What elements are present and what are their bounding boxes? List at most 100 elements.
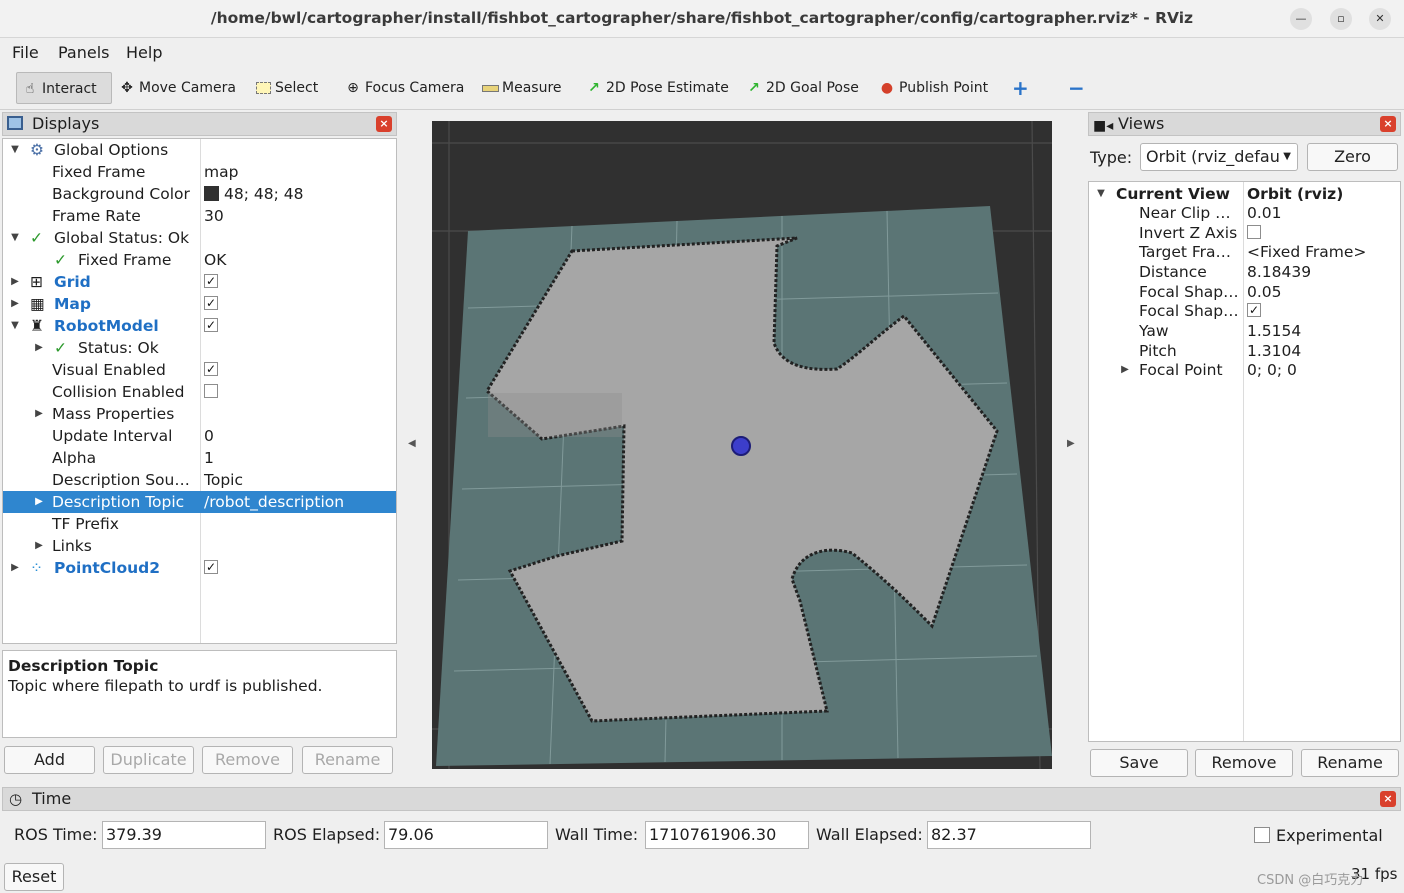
tree-row-tf-prefix[interactable]: TF Prefix <box>3 513 396 535</box>
ros-time-field[interactable]: 379.39 <box>102 821 266 849</box>
pose-estimate-tool[interactable]: ↗ 2D Pose Estimate <box>585 72 729 104</box>
view-type-dropdown[interactable]: Orbit (rviz_defau ▼ <box>1140 143 1298 171</box>
property-description: Description Topic Topic where filepath t… <box>2 650 397 738</box>
tree-row-near-clip[interactable]: Near Clip … 0.01 <box>1089 203 1400 223</box>
wall-time-label: Wall Time: <box>555 825 639 844</box>
tree-row-mass-properties[interactable]: ▶ Mass Properties <box>3 403 396 425</box>
save-view-button[interactable]: Save <box>1090 749 1188 777</box>
tree-row-focal-shape-size[interactable]: Focal Shap… 0.05 <box>1089 282 1400 302</box>
tree-row-yaw[interactable]: Yaw 1.5154 <box>1089 321 1400 341</box>
duplicate-display-button[interactable]: Duplicate <box>103 746 194 774</box>
tree-row-frame-rate[interactable]: Frame Rate 30 <box>3 205 396 227</box>
tree-row-target-frame[interactable]: Target Fra… <Fixed Frame> <box>1089 242 1400 262</box>
move-camera-tool[interactable]: ✥ Move Camera <box>118 72 236 104</box>
remove-view-button[interactable]: Remove <box>1195 749 1293 777</box>
tree-row-fixed-frame[interactable]: Fixed Frame map <box>3 161 396 183</box>
goal-pose-tool[interactable]: ↗ 2D Goal Pose <box>745 72 859 104</box>
menu-panels[interactable]: Panels <box>58 43 110 62</box>
chevron-right-icon[interactable]: ▶ <box>33 403 45 425</box>
tree-row-update-interval[interactable]: Update Interval 0 <box>3 425 396 447</box>
chevron-right-icon[interactable]: ▶ <box>9 293 21 315</box>
tree-row-background-color[interactable]: Background Color 48; 48; 48 <box>3 183 396 205</box>
tree-row-robotmodel-status[interactable]: ▶ ✓ Status: Ok <box>3 337 396 359</box>
wall-elapsed-field[interactable]: 82.37 <box>927 821 1091 849</box>
tree-row-global-options[interactable]: ▼ ⚙ Global Options <box>3 139 396 161</box>
close-window-button[interactable]: ✕ <box>1369 8 1391 30</box>
tree-row-invert-z[interactable]: Invert Z Axis <box>1089 223 1400 243</box>
publish-point-tool[interactable]: ● Publish Point <box>878 72 988 104</box>
add-tool-button[interactable]: + <box>1012 72 1029 104</box>
check-icon: ✓ <box>54 339 67 357</box>
zero-view-button[interactable]: Zero <box>1307 143 1398 171</box>
robot-icon: ♜ <box>30 317 44 335</box>
chevron-down-icon[interactable]: ▼ <box>9 139 21 161</box>
tree-row-links[interactable]: ▶ Links <box>3 535 396 557</box>
rename-view-button[interactable]: Rename <box>1301 749 1399 777</box>
focus-camera-tool[interactable]: ⊕ Focus Camera <box>344 72 464 104</box>
displays-tree[interactable]: ▼ ⚙ Global Options Fixed Frame map Backg… <box>2 138 397 644</box>
collapse-right-icon[interactable]: ▶ <box>1067 438 1075 449</box>
pointcloud2-enabled-checkbox[interactable]: ✓ <box>204 560 218 574</box>
robotmodel-enabled-checkbox[interactable]: ✓ <box>204 318 218 332</box>
ros-elapsed-label: ROS Elapsed: <box>273 825 381 844</box>
tree-row-pointcloud2[interactable]: ▶ ⁘ PointCloud2 ✓ <box>3 557 396 579</box>
collision-enabled-checkbox[interactable] <box>204 384 218 398</box>
tree-row-map[interactable]: ▶ ▦ Map ✓ <box>3 293 396 315</box>
invert-z-checkbox[interactable] <box>1247 225 1261 239</box>
views-tree[interactable]: ▼ Current View Orbit (rviz) Near Clip … … <box>1088 181 1401 742</box>
focal-shape-fixed-checkbox[interactable]: ✓ <box>1247 303 1261 317</box>
tree-row-robotmodel[interactable]: ▼ ♜ RobotModel ✓ <box>3 315 396 337</box>
reset-button[interactable]: Reset <box>4 863 64 891</box>
tree-row-focal-shape-fixed[interactable]: Focal Shap… ✓ <box>1089 301 1400 321</box>
grid-icon: ⊞ <box>30 273 43 291</box>
chevron-right-icon[interactable]: ▶ <box>1119 360 1131 380</box>
minimize-button[interactable]: — <box>1290 8 1312 30</box>
chevron-right-icon[interactable]: ▶ <box>33 491 45 513</box>
wall-time-field[interactable]: 1710761906.30 <box>645 821 809 849</box>
tree-row-global-status[interactable]: ▼ ✓ Global Status: Ok <box>3 227 396 249</box>
chevron-down-icon[interactable]: ▼ <box>9 315 21 337</box>
close-icon[interactable]: × <box>1380 116 1396 132</box>
window-title: /home/bwl/cartographer/install/fishbot_c… <box>210 9 1194 27</box>
chevron-down-icon[interactable]: ▼ <box>1095 184 1107 204</box>
select-tool[interactable]: Select <box>254 72 318 104</box>
tree-row-pitch[interactable]: Pitch 1.3104 <box>1089 341 1400 361</box>
tree-row-fixed-frame-status[interactable]: ✓ Fixed Frame OK <box>3 249 396 271</box>
menu-file[interactable]: File <box>12 43 39 62</box>
render-viewport[interactable] <box>432 121 1052 769</box>
collapse-left-icon[interactable]: ◀ <box>408 438 416 449</box>
remove-display-button[interactable]: Remove <box>202 746 293 774</box>
experimental-checkbox[interactable] <box>1254 827 1270 843</box>
tree-row-collision-enabled[interactable]: Collision Enabled <box>3 381 396 403</box>
green-arrow-icon: ↗ <box>748 80 760 96</box>
measure-tool[interactable]: Measure <box>481 72 562 104</box>
close-icon[interactable]: × <box>1380 791 1396 807</box>
tree-row-grid[interactable]: ▶ ⊞ Grid ✓ <box>3 271 396 293</box>
tree-row-alpha[interactable]: Alpha 1 <box>3 447 396 469</box>
chevron-right-icon[interactable]: ▶ <box>9 271 21 293</box>
title-bar: /home/bwl/cartographer/install/fishbot_c… <box>0 0 1404 38</box>
rename-display-button[interactable]: Rename <box>302 746 393 774</box>
grid-enabled-checkbox[interactable]: ✓ <box>204 274 218 288</box>
remove-tool-button[interactable]: − <box>1068 72 1085 104</box>
tree-row-current-view[interactable]: ▼ Current View Orbit (rviz) <box>1089 184 1400 204</box>
tree-row-focal-point[interactable]: ▶ Focal Point 0; 0; 0 <box>1089 360 1400 380</box>
map-render[interactable] <box>432 121 1052 769</box>
close-icon[interactable]: × <box>376 116 392 132</box>
visual-enabled-checkbox[interactable]: ✓ <box>204 362 218 376</box>
chevron-right-icon[interactable]: ▶ <box>9 557 21 579</box>
interact-tool[interactable]: ☝ Interact <box>16 72 112 104</box>
map-enabled-checkbox[interactable]: ✓ <box>204 296 218 310</box>
chevron-right-icon[interactable]: ▶ <box>33 337 45 359</box>
tree-row-distance[interactable]: Distance 8.18439 <box>1089 262 1400 282</box>
tree-row-description-source[interactable]: Description Sou… Topic <box>3 469 396 491</box>
chevron-right-icon[interactable]: ▶ <box>33 535 45 557</box>
add-display-button[interactable]: Add <box>4 746 95 774</box>
ros-time-label: ROS Time: <box>14 825 98 844</box>
menu-help[interactable]: Help <box>126 43 162 62</box>
tree-row-description-topic[interactable]: ▶ Description Topic /robot_description <box>3 491 396 513</box>
tree-row-visual-enabled[interactable]: Visual Enabled ✓ <box>3 359 396 381</box>
chevron-down-icon[interactable]: ▼ <box>9 227 21 249</box>
maximize-button[interactable]: ▫ <box>1330 8 1352 30</box>
ros-elapsed-field[interactable]: 79.06 <box>384 821 548 849</box>
